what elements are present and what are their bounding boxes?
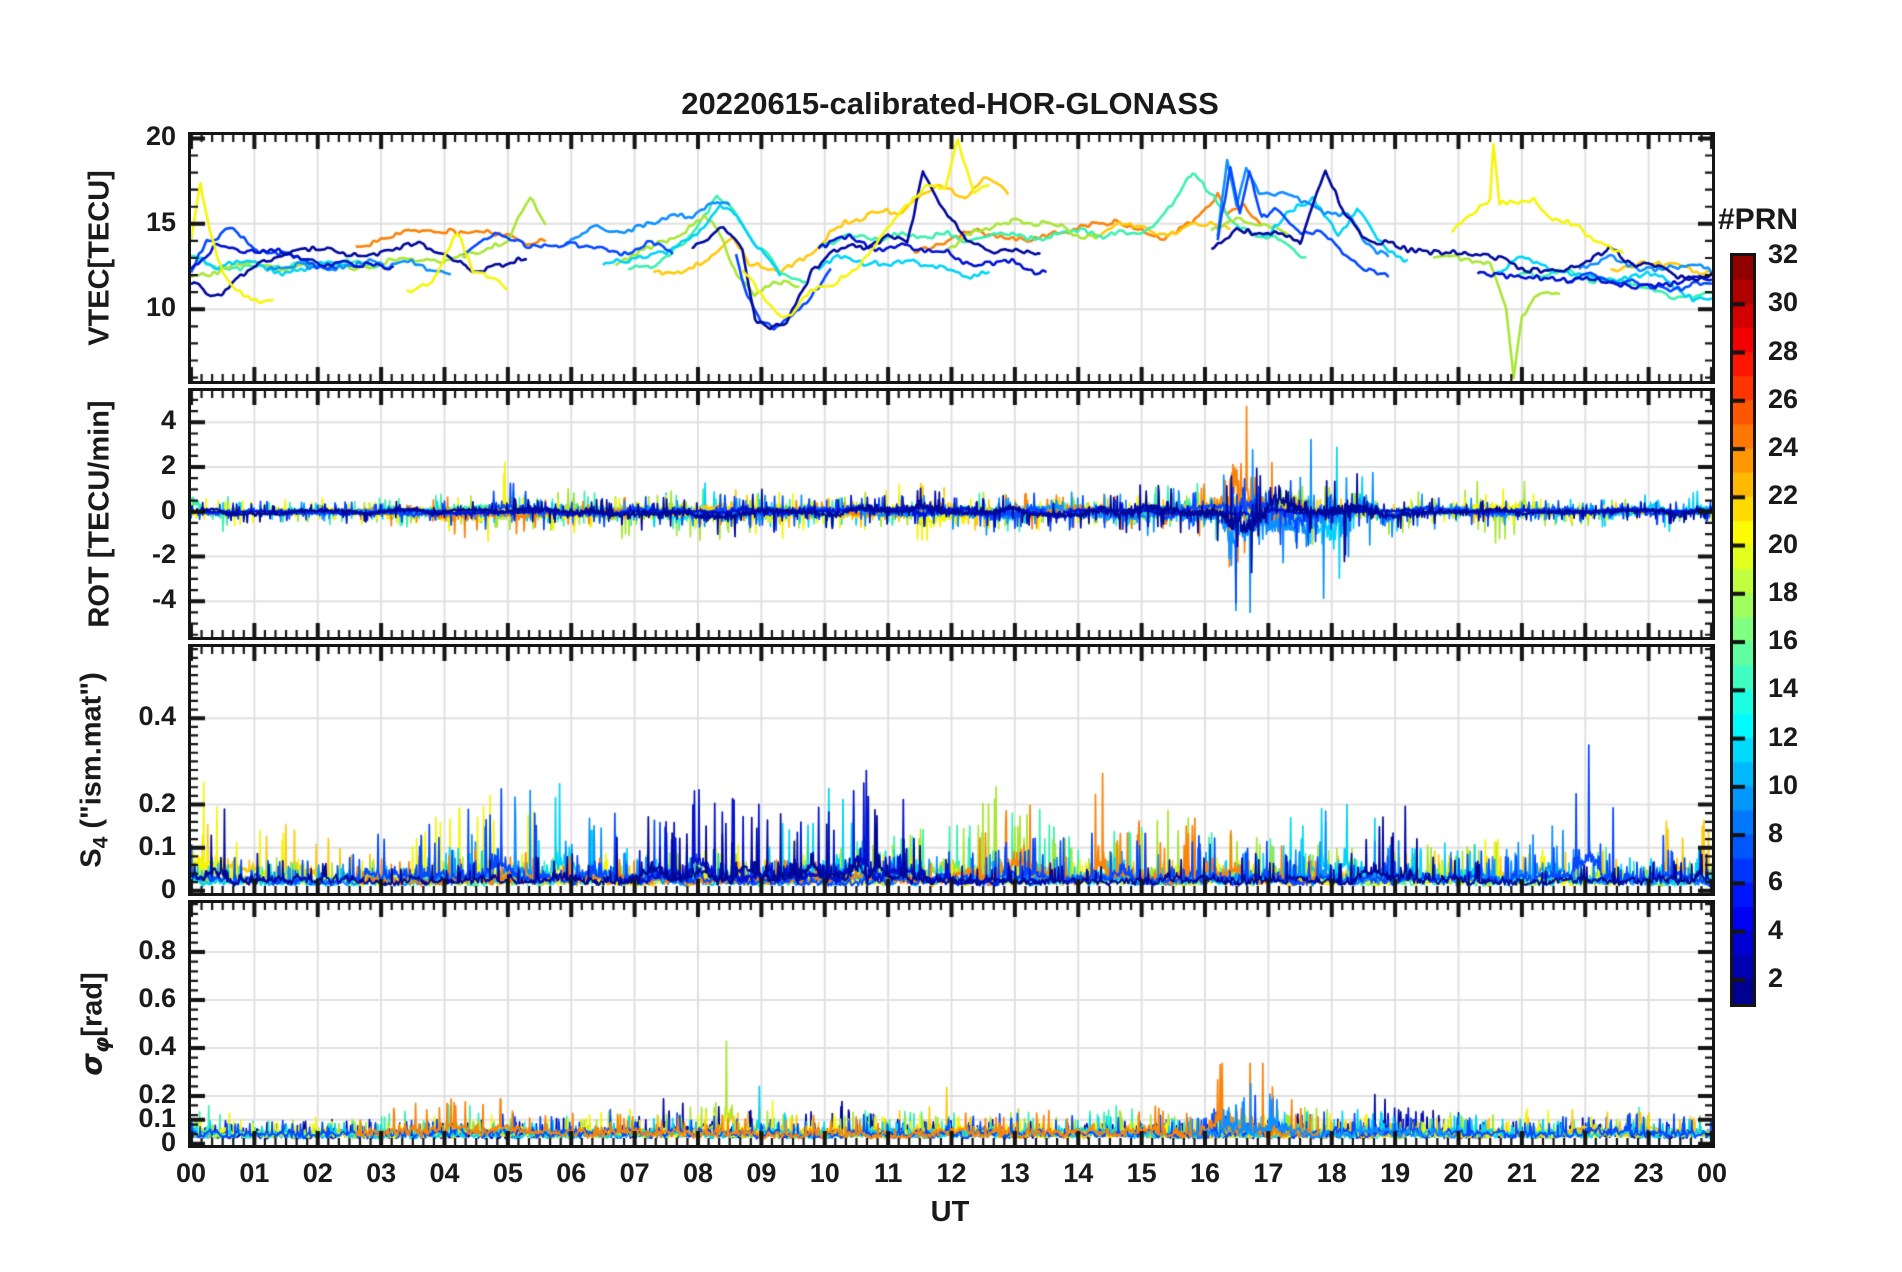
figure: 20220615-calibrated-HOR-GLONASS VTEC[TEC… [0,0,1902,1272]
y-tick-label: 0.2 [138,1078,176,1109]
y-tick-label: 0.4 [138,701,176,732]
y-tick-label: 0 [160,494,176,525]
colorbar-tick-label: 6 [1768,866,1784,897]
colorbar-tick-label: 12 [1768,721,1799,752]
panel-vtec-canvas [191,135,1712,381]
colorbar [1730,253,1756,1007]
colorbar-tick-label: 22 [1768,480,1799,511]
y-tick-label: -4 [151,584,176,615]
panel-sigma-phi [188,900,1715,1148]
panel-s4-canvas [191,647,1712,893]
colorbar-tick-label: 16 [1768,625,1799,656]
panel-vtec [188,132,1715,384]
y-tick-label: 10 [145,292,176,323]
colorbar-tick-label: 32 [1768,239,1799,269]
colorbar-tick-label: 10 [1768,769,1799,800]
y-tick-label: 20 [145,121,176,152]
colorbar-tick-label: 4 [1768,914,1784,945]
chart-title: 20220615-calibrated-HOR-GLONASS [681,86,1219,121]
y-tick-label: 0.6 [138,983,176,1014]
colorbar-tick-label: 2 [1768,962,1784,993]
colorbar-tick-label: 20 [1768,528,1799,559]
colorbar-canvas [1733,256,1753,1004]
y-tick-label: 0.8 [138,935,176,966]
y-tick-label: 2 [160,450,176,481]
colorbar-tick-label: 18 [1768,576,1799,607]
panel-rot [188,388,1715,640]
panel-rot-canvas [191,391,1712,637]
colorbar-tick-label: 8 [1768,818,1784,849]
x-axis-label: UT [930,1196,970,1228]
colorbar-tick-label: 30 [1768,287,1799,318]
panel-s4 [188,644,1715,896]
colorbar-tick-label: 26 [1768,383,1799,414]
y-tick-label: 4 [160,405,176,436]
colorbar-title: #PRN [1718,203,1799,236]
y-tick-label: 0.1 [138,830,176,861]
y-tick-label: -2 [151,539,176,570]
y-tick-label: 15 [145,206,176,237]
colorbar-tick-label: 28 [1768,335,1799,366]
colorbar-tick-label: 14 [1768,673,1799,704]
panel-sigma-phi-canvas [191,903,1712,1145]
x-tick-label: 00 [1696,1158,1728,1188]
y-tick-label: 0.2 [138,787,176,818]
y-tick-label: 0.4 [138,1030,176,1061]
colorbar-tick-label: 24 [1768,432,1799,463]
y-tick-label: 0 [160,873,176,904]
